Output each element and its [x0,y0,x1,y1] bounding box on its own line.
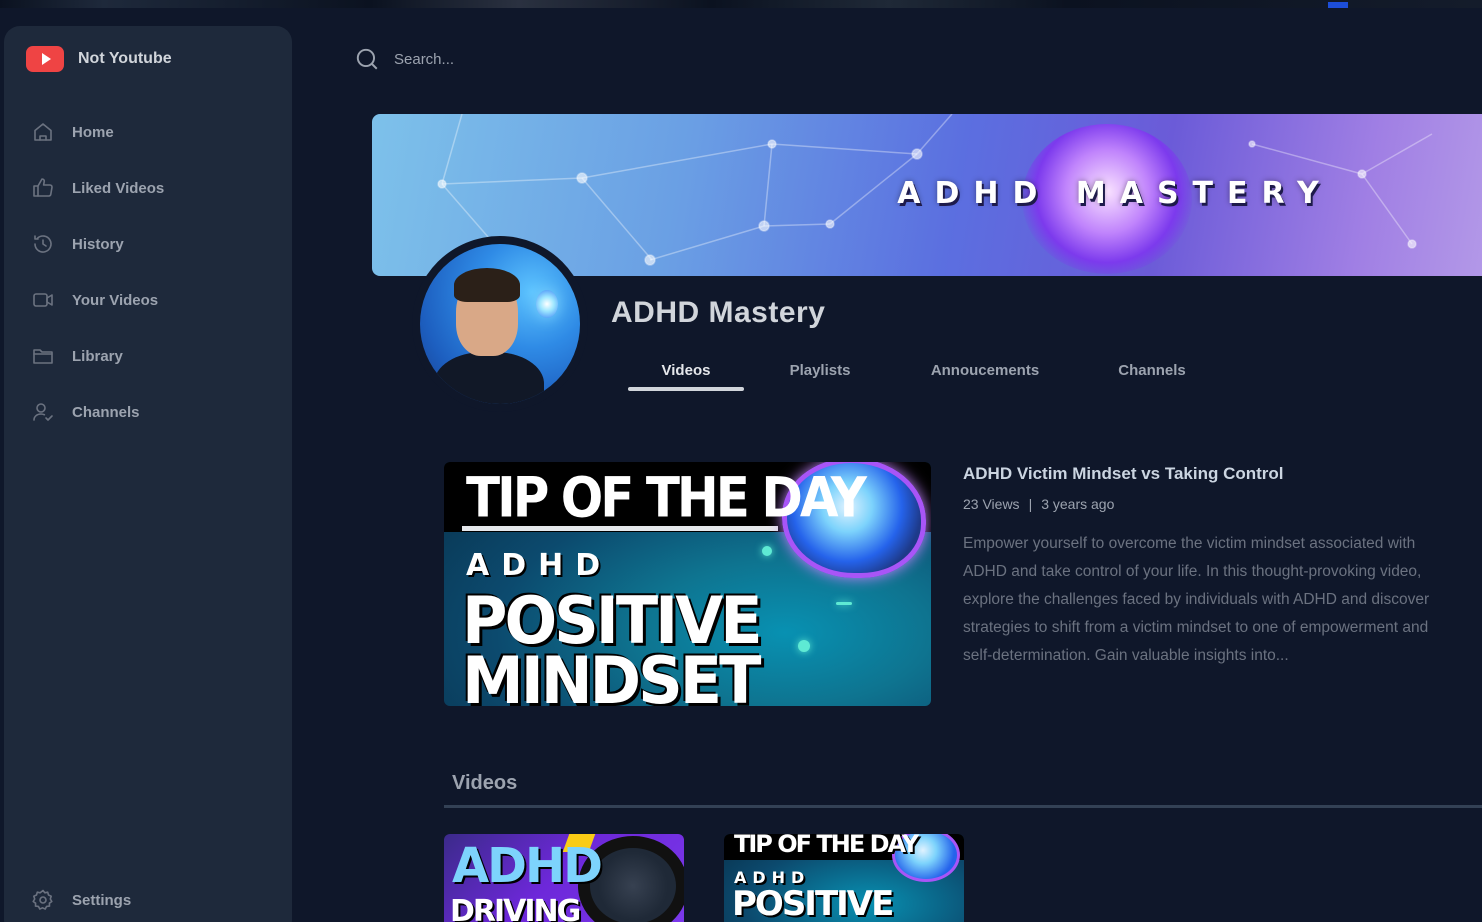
thumbnail-text-line: DRIVING ADVICE [450,894,581,922]
thumbnail-text-line: ADHD [452,838,603,894]
section-divider [444,805,1482,808]
banner-title: ADHD MASTERY [897,176,1333,211]
sidebar-item-label: Home [72,123,114,141]
channel-name: ADHD Mastery [611,296,826,329]
top-strip-accent [1328,2,1348,8]
avatar-hair [454,268,520,302]
user-check-icon [30,399,56,425]
history-icon [30,231,56,257]
view-count: 23 Views [963,496,1020,512]
sidebar-item-settings[interactable]: Settings [30,880,270,920]
featured-video-description: Empower yourself to overcome the victim … [963,535,1430,664]
sidebar-item-channels[interactable]: Channels [30,392,270,432]
sidebar-item-label: Channels [72,403,140,421]
meta-separator: | [1028,496,1033,512]
sidebar-item-label: Library [72,347,123,365]
featured-video-meta: 23 Views | 3 years ago [963,496,1114,512]
glow-dot [798,640,810,652]
sidebar-item-label: Your Videos [72,291,159,309]
sidebar: Not Youtube Home Liked Videos History Yo… [4,26,292,922]
sidebar-item-home[interactable]: Home [30,112,270,152]
home-icon [30,119,56,145]
search-input[interactable] [394,50,794,68]
featured-video-title[interactable]: ADHD Victim Mindset vs Taking Control [963,464,1284,484]
video-thumbnail[interactable]: ADHD DRIVING ADVICE [444,834,684,922]
section-title-videos: Videos [452,772,518,794]
avatar-photo [420,244,580,404]
sidebar-item-library[interactable]: Library [30,336,270,376]
tab-annoucements[interactable]: Annoucements [915,362,1055,379]
thumbnail-text-line: POSITIVE [732,884,894,922]
thumbs-up-icon [30,175,56,201]
glow-dot [762,546,772,556]
sidebar-item-your-videos[interactable]: Your Videos [30,280,270,320]
tab-channels[interactable]: Channels [1100,362,1204,379]
glow-dot [836,602,852,605]
active-tab-indicator [628,387,744,391]
sidebar-item-label: Settings [72,891,132,909]
sidebar-item-history[interactable]: History [30,224,270,264]
brand-name: Not Youtube [78,50,172,67]
play-logo-icon [26,46,64,72]
thumbnail-text-line: ADHD [466,548,613,583]
sidebar-item-label: Liked Videos [72,179,165,197]
channel-avatar[interactable] [412,236,588,412]
thumbnail-text-line: TIP OF THE DAY [734,834,919,858]
brand[interactable]: Not Youtube [26,46,172,72]
folder-icon [30,343,56,369]
video-camera-icon [30,287,56,313]
gear-icon [30,887,56,913]
tab-videos[interactable]: Videos [628,362,744,379]
thumbnail-text-line: TIP OF THE DAY [466,466,867,530]
sidebar-item-liked-videos[interactable]: Liked Videos [30,168,270,208]
tab-playlists[interactable]: Playlists [770,362,870,379]
sidebar-item-label: History [72,235,124,253]
video-thumbnail[interactable]: TIP OF THE DAY ADHD POSITIVE [724,834,964,922]
featured-video-thumbnail[interactable]: TIP OF THE DAY ADHD POSITIVE MINDSET [444,462,931,706]
search-bar [354,46,794,72]
lightbulb-icon [536,290,558,318]
thumbnail-text-line: MINDSET [462,642,761,706]
search-icon[interactable] [354,46,380,72]
upload-age: 3 years ago [1041,496,1115,512]
browser-top-strip [0,0,1482,8]
avatar-body [434,352,544,404]
